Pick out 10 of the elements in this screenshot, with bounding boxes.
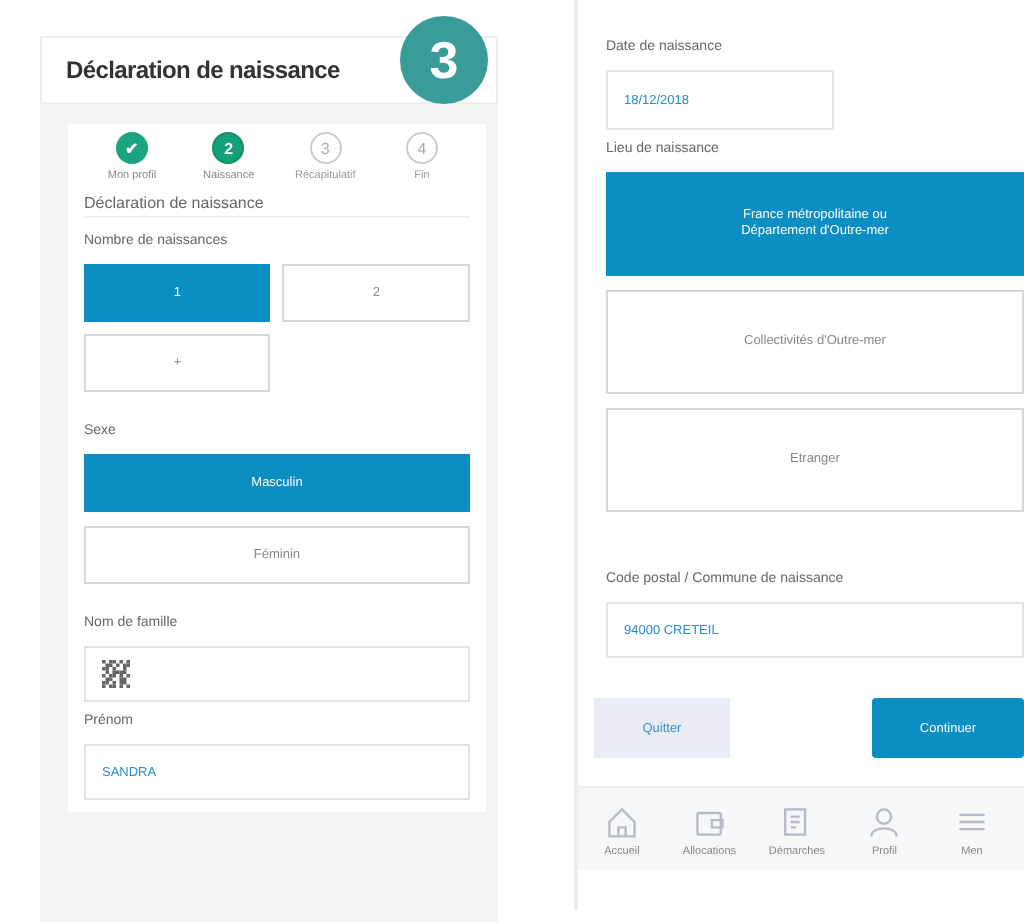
step-marker: 4 (405, 132, 438, 164)
pixelated-name-icon (102, 660, 130, 688)
section-title: Déclaration de naissance (84, 182, 470, 218)
home-icon (603, 804, 640, 840)
step-marker: 2 (212, 132, 245, 164)
person-icon (866, 804, 903, 840)
step-marker: 3 (309, 132, 342, 164)
input-field[interactable] (84, 646, 470, 702)
screen-title: Déclaration de naissance (66, 56, 340, 84)
step-marker: ✔ (116, 132, 148, 164)
